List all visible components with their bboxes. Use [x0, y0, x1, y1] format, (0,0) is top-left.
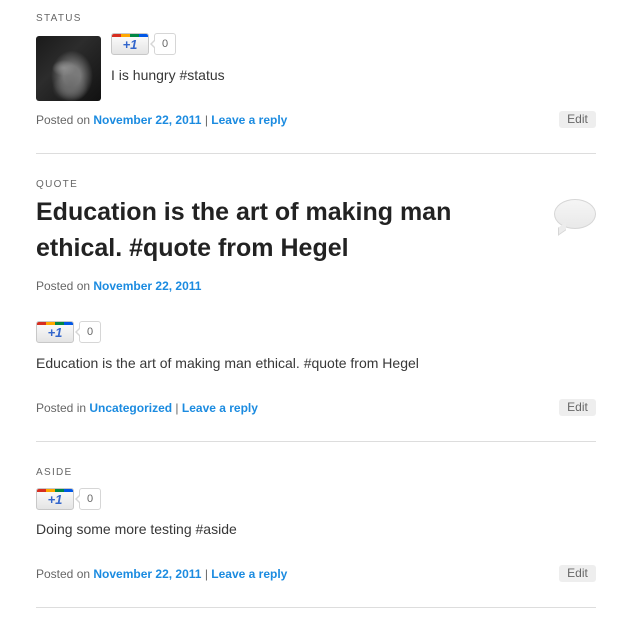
status-post: STATUS +1 0 I is hungry #status Posted o… — [36, 13, 596, 133]
post-divider — [36, 441, 596, 442]
plusone-button[interactable]: +1 — [36, 488, 74, 510]
plusone-button[interactable]: +1 — [36, 321, 74, 343]
plusone-button[interactable]: +1 — [111, 33, 149, 55]
google-plusone-widget: +1 0 — [36, 488, 101, 510]
post-format-label: QUOTE — [36, 179, 79, 190]
entry-footer: Posted in Uncategorized | Leave a reply — [36, 401, 258, 415]
aside-text: Doing some more testing #aside — [36, 521, 237, 537]
post-format-label: STATUS — [36, 13, 82, 24]
post-format-label: ASIDE — [36, 467, 73, 478]
google-plusone-widget: +1 0 — [111, 33, 176, 55]
edit-button[interactable]: Edit — [559, 399, 596, 416]
meta-separator: | — [204, 113, 208, 127]
posted-on-label: Posted on — [36, 567, 91, 581]
leave-reply-link[interactable]: Leave a reply — [211, 567, 287, 581]
posted-on-label: Posted on — [36, 279, 91, 293]
plusone-count: 0 — [150, 33, 176, 55]
quote-post: QUOTE Education is the art of making man… — [36, 179, 596, 419]
entry-meta: Posted on November 22, 2011 | Leave a re… — [36, 567, 287, 581]
post-divider — [36, 607, 596, 608]
post-title[interactable]: Education is the art of making man ethic… — [36, 194, 506, 266]
leave-reply-link[interactable]: Leave a reply — [182, 401, 258, 415]
status-text: I is hungry #status — [111, 67, 225, 83]
quote-text: Education is the art of making man ethic… — [36, 355, 419, 371]
post-divider — [36, 153, 596, 154]
post-date-link[interactable]: November 22, 2011 — [93, 567, 201, 581]
edit-button[interactable]: Edit — [559, 111, 596, 128]
category-link[interactable]: Uncategorized — [89, 401, 172, 415]
post-date-link[interactable]: November 22, 2011 — [93, 279, 201, 293]
plusone-count: 0 — [75, 321, 101, 343]
entry-meta: Posted on November 22, 2011 — [36, 279, 201, 293]
meta-separator: | — [204, 567, 208, 581]
meta-separator: | — [175, 401, 179, 415]
google-plusone-widget: +1 0 — [36, 321, 101, 343]
entry-meta: Posted on November 22, 2011 | Leave a re… — [36, 113, 287, 127]
plusone-count: 0 — [75, 488, 101, 510]
post-date-link[interactable]: November 22, 2011 — [93, 113, 201, 127]
posted-on-label: Posted on — [36, 113, 91, 127]
aside-post: ASIDE +1 0 Doing some more testing #asid… — [36, 467, 596, 587]
edit-button[interactable]: Edit — [559, 565, 596, 582]
avatar — [36, 36, 101, 101]
posted-in-label: Posted in — [36, 401, 87, 415]
leave-reply-link[interactable]: Leave a reply — [211, 113, 287, 127]
